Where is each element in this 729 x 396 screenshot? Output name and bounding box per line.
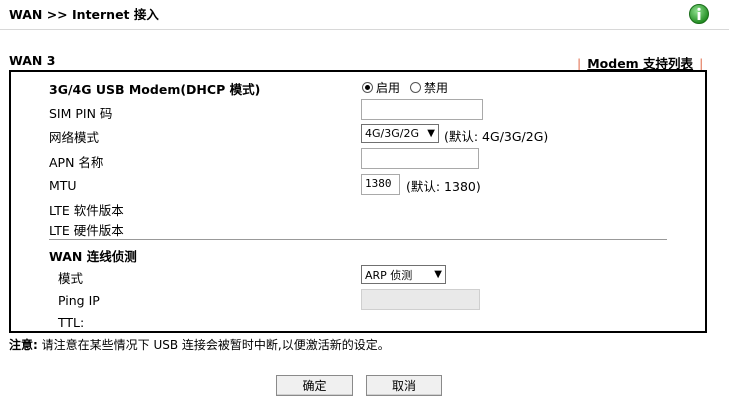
mtu-label: MTU (49, 178, 77, 193)
detect-mode-label: 模式 (58, 271, 84, 286)
section-title: WAN 3 (9, 53, 56, 68)
apn-label: APN 名称 (49, 155, 104, 170)
ok-button[interactable]: 确定 (276, 375, 353, 396)
network-mode-hint: (默认: 4G/3G/2G) (444, 129, 549, 144)
note-body: 请注意在某些情况下 USB 连接会被暂时中断,以便激活新的设定。 (37, 338, 390, 352)
pipe-left: | (577, 56, 582, 71)
chevron-down-icon: ▼ (427, 128, 435, 139)
help-icon[interactable] (689, 4, 709, 24)
chevron-down-icon: ▼ (434, 269, 442, 280)
network-mode-select[interactable]: 4G/3G/2G ▼ (361, 124, 439, 143)
enable-radio-group: 启用 禁用 (362, 79, 458, 96)
lte-software-version-label: LTE 软件版本 (49, 203, 124, 218)
page-breadcrumb: WAN >> Internet 接入 (9, 7, 159, 22)
header-divider (0, 29, 729, 30)
sim-pin-label: SIM PIN 码 (49, 106, 113, 121)
network-mode-value: 4G/3G/2G (365, 127, 419, 140)
sim-pin-input[interactable] (361, 99, 483, 120)
note-prefix: 注意: (9, 338, 38, 352)
enable-radio[interactable] (362, 82, 373, 93)
network-mode-label: 网络模式 (49, 130, 100, 145)
mtu-hint: (默认: 1380) (406, 179, 481, 194)
modem-support-list-link[interactable]: Modem 支持列表 (587, 56, 693, 71)
disable-radio[interactable] (410, 82, 422, 93)
detect-mode-select[interactable]: ARP 侦测 ▼ (361, 265, 446, 284)
ttl-label: TTL: (58, 315, 85, 330)
lte-hardware-version-label: LTE 硬件版本 (49, 223, 124, 238)
ping-ip-label: Ping IP (58, 293, 100, 308)
note-text: 注意: 请注意在某些情况下 USB 连接会被暂时中断,以便激活新的设定。 (9, 336, 390, 353)
section-divider (49, 239, 667, 240)
apn-input[interactable] (361, 148, 479, 169)
disable-radio-label[interactable]: 禁用 (424, 81, 448, 95)
enable-radio-label[interactable]: 启用 (376, 81, 400, 95)
wan-detect-title: WAN 连线侦测 (49, 249, 137, 264)
ping-ip-input[interactable] (361, 289, 480, 310)
detect-mode-value: ARP 侦测 (365, 268, 413, 282)
mtu-input[interactable]: 1380 (361, 174, 400, 195)
pipe-right: | (699, 56, 704, 71)
modem-mode-label: 3G/4G USB Modem(DHCP 模式) (49, 82, 261, 97)
cancel-button[interactable]: 取消 (366, 375, 442, 396)
